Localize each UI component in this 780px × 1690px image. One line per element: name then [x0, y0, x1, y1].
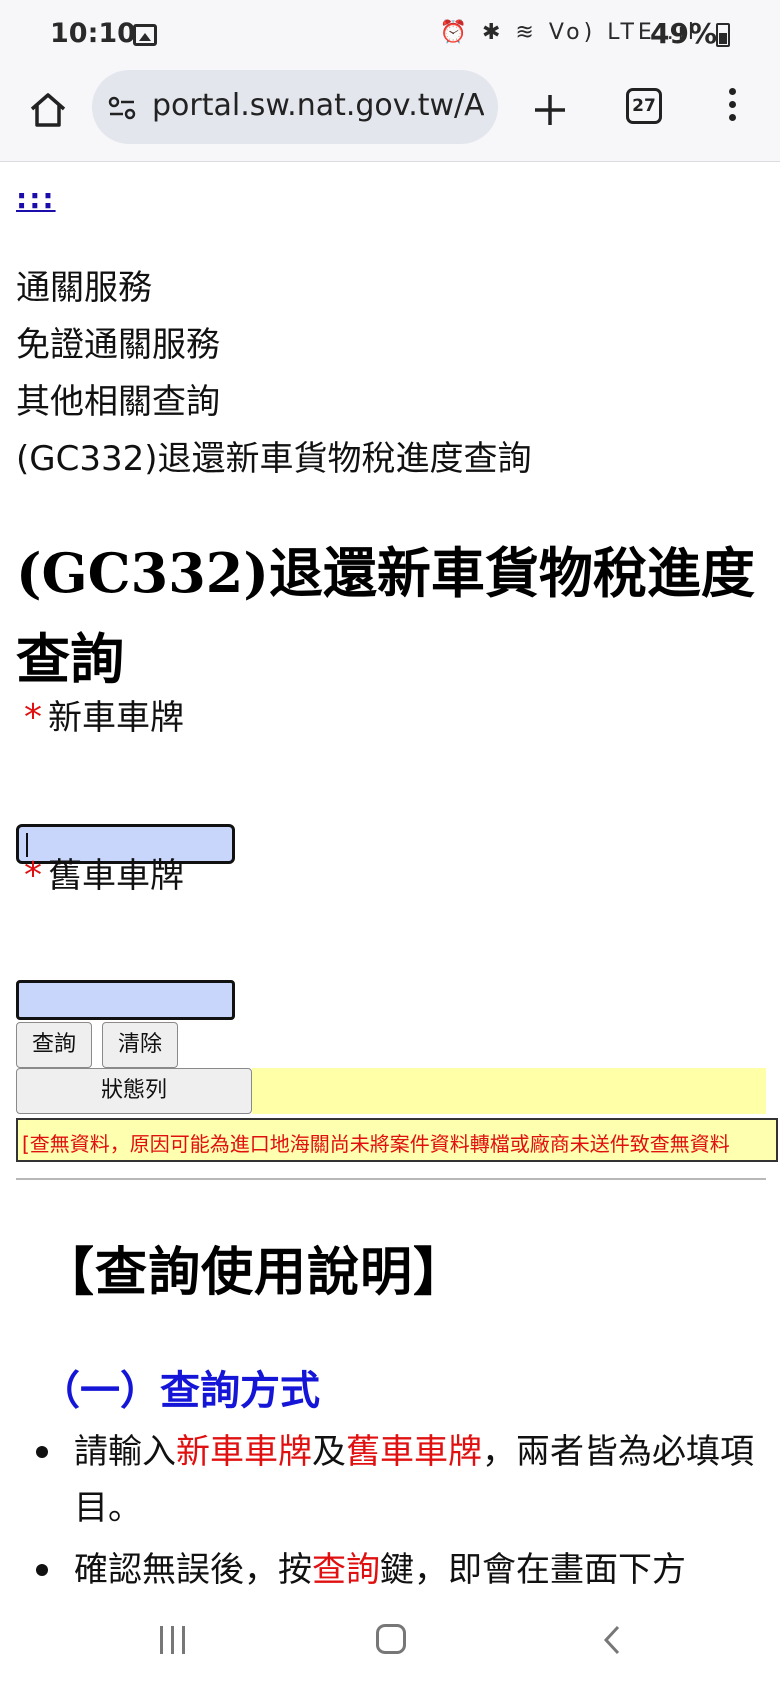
instruction-text: 確認無誤後，按 [74, 1550, 312, 1590]
old-plate-input[interactable] [16, 980, 235, 1020]
home-nav-icon[interactable] [376, 1624, 406, 1654]
breadcrumb-item[interactable]: 通關服務 [16, 260, 532, 317]
clear-button[interactable]: 清除 [102, 1022, 178, 1068]
gallery-notification-icon [133, 24, 157, 46]
status-bar: 10:10 ⏰ ✱ ≋ Vo) LTE .ıl 49% [0, 0, 780, 70]
status-bar-button[interactable]: 狀態列 [16, 1068, 252, 1114]
browser-toolbar: portal.sw.nat.gov.tw/AP 27 [0, 70, 780, 162]
status-time: 10:10 [50, 18, 136, 49]
breadcrumb-item[interactable]: 免證通關服務 [16, 317, 532, 374]
message-text: [查無資料，原因可能為進口地海關尚未將案件資料轉檔或廠商未送件致查無資料 [22, 1132, 730, 1156]
instruction-highlight: 舊車車牌 [346, 1432, 482, 1472]
bullet-icon [36, 1564, 48, 1576]
instructions-list: 請輸入新車車牌及舊車車牌，兩者皆為必填項目。 確認無誤後，按查詢鍵，即會在畫面下… [36, 1424, 774, 1604]
required-mark: * [24, 697, 42, 738]
instructions-title: 【查詢使用說明】 [42, 1243, 467, 1303]
message-box: [查無資料，原因可能為進口地海關尚未將案件資料轉檔或廠商未送件致查無資料 [16, 1118, 778, 1162]
list-item: 請輸入新車車牌及舊車車牌，兩者皆為必填項目。 [36, 1424, 774, 1536]
old-plate-label: * 舊車車牌 [24, 848, 184, 897]
new-tab-icon[interactable] [530, 90, 570, 130]
skip-link[interactable]: ::: [16, 182, 56, 215]
breadcrumb-item[interactable]: (GC332)退還新車貨物稅進度查詢 [16, 431, 532, 488]
tab-switcher-icon[interactable]: 27 [626, 88, 662, 124]
more-menu-icon[interactable] [726, 88, 738, 128]
breadcrumb: 通關服務 免證通關服務 其他相關查詢 (GC332)退還新車貨物稅進度查詢 [16, 260, 532, 488]
status-row-background [252, 1068, 766, 1114]
instruction-text: 及 [312, 1432, 346, 1472]
bullet-icon [36, 1446, 48, 1458]
battery-percent: 49% [650, 17, 718, 50]
instruction-text: 鍵，即會在畫面下方 [380, 1550, 686, 1590]
back-icon[interactable] [598, 1624, 628, 1656]
battery-icon [716, 23, 730, 47]
query-button[interactable]: 查詢 [16, 1022, 92, 1068]
breadcrumb-item[interactable]: 其他相關查詢 [16, 374, 532, 431]
system-nav-bar [0, 1598, 780, 1690]
address-bar[interactable]: portal.sw.nat.gov.tw/AP [92, 70, 498, 144]
new-plate-label: * 新車車牌 [24, 690, 184, 739]
instruction-highlight: 查詢 [312, 1550, 380, 1590]
recents-icon[interactable] [158, 1626, 188, 1654]
instruction-text: 請輸入 [74, 1432, 176, 1472]
site-settings-icon[interactable] [108, 94, 136, 122]
required-mark: * [24, 855, 42, 896]
list-item: 確認無誤後，按查詢鍵，即會在畫面下方 [36, 1542, 774, 1598]
instruction-highlight: 新車車牌 [176, 1432, 312, 1472]
new-plate-label-text: 新車車牌 [48, 698, 184, 738]
divider [16, 1178, 766, 1180]
old-plate-label-text: 舊車車牌 [48, 856, 184, 896]
home-icon[interactable] [28, 90, 68, 130]
instructions-subtitle: （一）查詢方式 [40, 1368, 320, 1414]
url-text: portal.sw.nat.gov.tw/AP [152, 88, 484, 123]
page-title: (GC332)退還新車貨物稅進度查詢 [16, 541, 755, 691]
